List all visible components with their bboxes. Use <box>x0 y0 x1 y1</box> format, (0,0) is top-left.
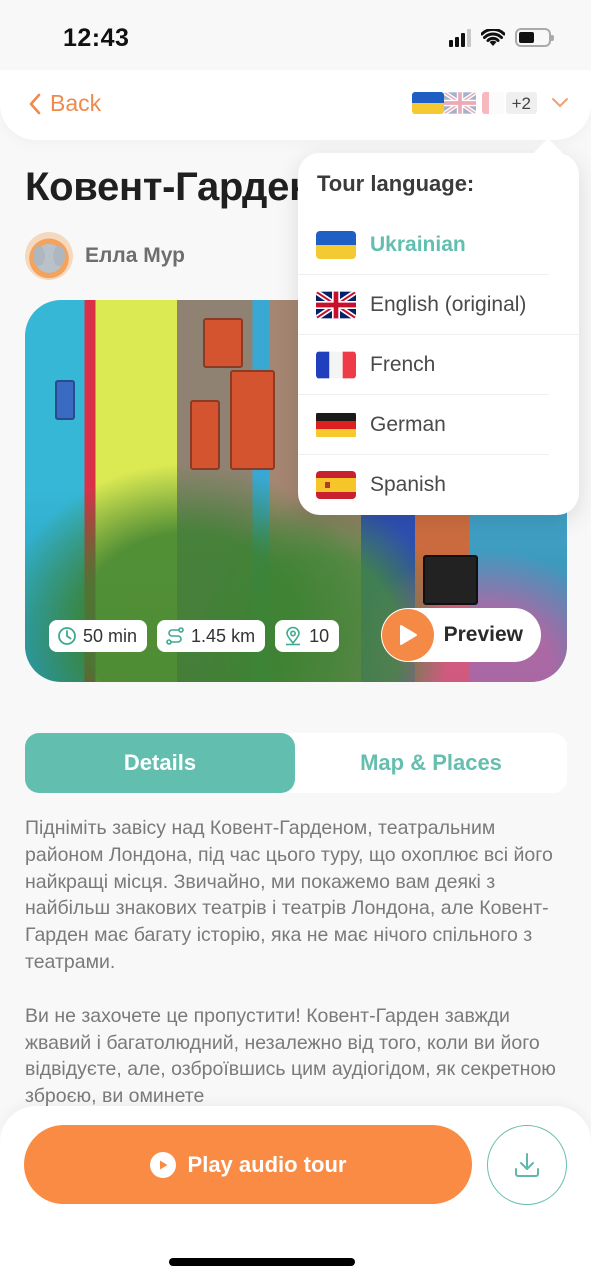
language-option-english[interactable]: English (original) <box>298 275 579 335</box>
back-button[interactable]: Back <box>28 90 101 117</box>
hero-window <box>190 400 220 470</box>
stat-places: 10 <box>275 620 340 652</box>
places-value: 10 <box>309 625 330 646</box>
map-pin-icon <box>286 626 301 646</box>
play-audio-tour-button[interactable]: Play audio tour <box>24 1125 472 1204</box>
download-button[interactable] <box>487 1125 567 1205</box>
language-option-french[interactable]: French <box>298 335 549 395</box>
description-paragraph: Підніміть завісу над Ковент-Гарденом, те… <box>25 817 553 973</box>
flag-de-icon <box>316 411 356 439</box>
play-icon <box>381 609 434 661</box>
bottom-action-bar: Play audio tour <box>0 1106 591 1280</box>
duration-value: 50 min <box>83 625 138 646</box>
flag-es-icon <box>316 471 356 499</box>
route-icon <box>166 627 184 645</box>
page-title: Ковент-Гарден <box>25 165 313 209</box>
author[interactable]: Елла Мур <box>25 232 185 280</box>
flag-ua-icon <box>411 92 444 114</box>
tab-map-places[interactable]: Map & Places <box>295 733 567 793</box>
play-audio-tour-label: Play audio tour <box>187 1151 347 1177</box>
flag-fr-icon <box>481 92 504 114</box>
stat-distance: 1.45 km <box>157 620 266 652</box>
tab-details[interactable]: Details <box>25 733 295 793</box>
language-label: English (original) <box>370 292 527 316</box>
preview-label: Preview <box>443 623 523 646</box>
language-label: German <box>370 412 446 436</box>
clock-icon <box>58 627 76 645</box>
description-paragraph: Ви не захочете це пропустити! Ковент-Гар… <box>25 1004 556 1108</box>
hero-window <box>203 318 243 368</box>
status-bar: 12:43 <box>0 0 591 70</box>
language-switcher[interactable]: +2 <box>411 92 569 114</box>
language-dropdown: Tour language: Ukrainian English (origin… <box>298 153 579 515</box>
hero-chalkboard <box>423 555 478 605</box>
language-label: Ukrainian <box>370 232 466 256</box>
battery-icon <box>515 28 554 47</box>
flag-fr-icon <box>316 351 356 379</box>
wifi-icon <box>481 28 505 46</box>
distance-value: 1.45 km <box>191 625 256 646</box>
download-icon <box>515 1153 539 1177</box>
language-option-ukrainian[interactable]: Ukrainian <box>298 215 549 275</box>
tour-description: Підніміть завісу над Ковент-Гарденом, те… <box>25 815 570 1137</box>
flag-gb-icon <box>316 290 356 319</box>
nav-bar: Back +2 <box>0 70 591 140</box>
more-languages-badge: +2 <box>505 92 537 114</box>
flag-ua-icon <box>316 230 356 259</box>
language-label: Spanish <box>370 473 446 496</box>
home-indicator <box>169 1258 355 1266</box>
language-label: French <box>370 352 436 376</box>
author-name: Елла Мур <box>85 244 185 267</box>
play-circle-icon <box>149 1151 176 1178</box>
back-label: Back <box>50 90 102 116</box>
tabs: Details Map & Places <box>25 733 567 793</box>
chevron-down-icon <box>552 98 568 108</box>
hero-window <box>230 370 275 470</box>
language-option-german[interactable]: German <box>298 395 549 455</box>
stat-duration: 50 min <box>49 620 148 652</box>
status-icons <box>449 28 554 47</box>
status-time: 12:43 <box>63 24 130 52</box>
chevron-left-icon <box>29 93 41 114</box>
preview-button[interactable]: Preview <box>380 608 541 662</box>
language-option-spanish[interactable]: Spanish <box>298 455 549 515</box>
hero-window <box>55 380 75 420</box>
dropdown-title: Tour language: <box>317 171 475 196</box>
cellular-signal-icon <box>449 28 471 47</box>
language-list: Ukrainian English (original) French Germ… <box>298 215 579 515</box>
flag-gb-icon <box>443 92 476 114</box>
tour-stats: 50 min 1.45 km 10 <box>49 620 340 652</box>
author-avatar <box>25 232 73 280</box>
